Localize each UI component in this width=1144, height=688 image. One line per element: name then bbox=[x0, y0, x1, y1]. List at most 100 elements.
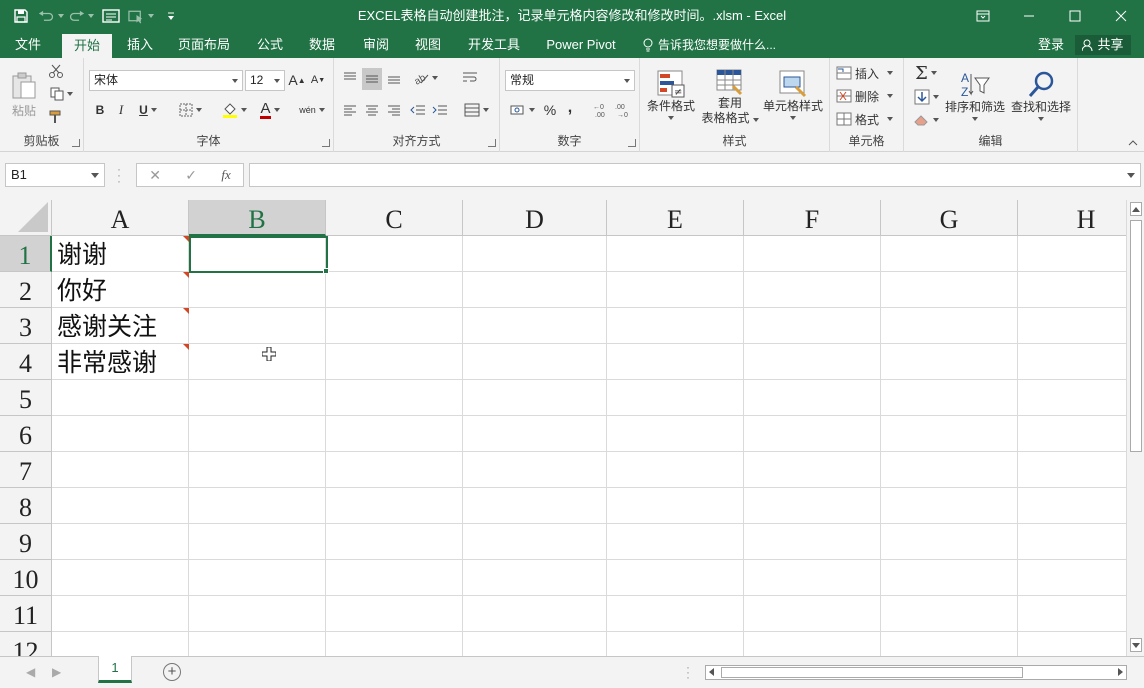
cancel-icon[interactable]: ✕ bbox=[149, 167, 161, 184]
formula-bar-splitter[interactable]: · · · bbox=[117, 163, 121, 187]
tab-developer[interactable]: 开发工具 bbox=[460, 32, 528, 58]
grid-cell[interactable] bbox=[326, 236, 463, 272]
grid-cell[interactable] bbox=[1018, 308, 1126, 344]
name-box[interactable]: B1 bbox=[5, 163, 105, 187]
autosum-button[interactable]: Σ bbox=[910, 62, 942, 84]
row-header-8[interactable]: 8 bbox=[0, 488, 52, 524]
clipboard-launcher-icon[interactable] bbox=[72, 139, 80, 147]
tab-formulas[interactable]: 公式 bbox=[248, 32, 292, 58]
grid-cell[interactable] bbox=[607, 308, 744, 344]
align-right-icon[interactable] bbox=[384, 100, 404, 120]
tab-file[interactable]: 文件 bbox=[4, 32, 52, 58]
number-format-dropdown[interactable]: 常规 bbox=[505, 70, 635, 91]
cell-styles-button[interactable]: 单元格样式 bbox=[760, 62, 826, 126]
increase-indent-icon[interactable] bbox=[430, 100, 450, 120]
grid-cell[interactable] bbox=[607, 380, 744, 416]
decrease-indent-icon[interactable] bbox=[408, 100, 428, 120]
grid-cell[interactable] bbox=[189, 452, 326, 488]
alignment-launcher-icon[interactable] bbox=[488, 139, 496, 147]
grid-cell[interactable] bbox=[326, 560, 463, 596]
column-header-c[interactable]: C bbox=[326, 200, 463, 236]
minimize-icon[interactable] bbox=[1006, 0, 1052, 32]
grid-cell[interactable] bbox=[189, 416, 326, 452]
customize-icon[interactable] bbox=[158, 4, 184, 28]
clear-button[interactable] bbox=[910, 110, 942, 130]
column-header-e[interactable]: E bbox=[607, 200, 744, 236]
grid-cell[interactable] bbox=[881, 416, 1018, 452]
column-header-h[interactable]: H bbox=[1018, 200, 1126, 236]
grid-cell[interactable] bbox=[744, 488, 881, 524]
grid-cell[interactable] bbox=[463, 488, 607, 524]
align-center-icon[interactable] bbox=[362, 100, 382, 120]
grid-cell[interactable] bbox=[1018, 272, 1126, 308]
grid-cell[interactable] bbox=[326, 632, 463, 656]
column-header-a[interactable]: A bbox=[52, 200, 189, 236]
grid-cell[interactable] bbox=[189, 632, 326, 656]
grid-cell[interactable] bbox=[744, 380, 881, 416]
grid-cell[interactable] bbox=[881, 560, 1018, 596]
tab-home[interactable]: 开始 bbox=[62, 34, 112, 58]
grid-cell[interactable] bbox=[744, 452, 881, 488]
conditional-formatting-button[interactable]: ≠ 条件格式 bbox=[647, 62, 695, 126]
column-header-f[interactable]: F bbox=[744, 200, 881, 236]
grid-cell[interactable] bbox=[52, 380, 189, 416]
grid-cell[interactable] bbox=[881, 308, 1018, 344]
tab-review[interactable]: 审阅 bbox=[354, 32, 398, 58]
grid-cell[interactable] bbox=[744, 308, 881, 344]
grid-cell[interactable] bbox=[881, 344, 1018, 380]
cut-icon[interactable] bbox=[46, 62, 66, 80]
row-header-6[interactable]: 6 bbox=[0, 416, 52, 452]
grid-cell[interactable] bbox=[1018, 488, 1126, 524]
grid-cell[interactable] bbox=[326, 596, 463, 632]
grid-cell[interactable] bbox=[881, 488, 1018, 524]
ribbon-display-options-icon[interactable] bbox=[960, 0, 1006, 32]
close-icon[interactable] bbox=[1098, 0, 1144, 32]
grid-cell[interactable] bbox=[744, 236, 881, 272]
percent-style-button[interactable]: % bbox=[540, 100, 560, 120]
worksheet-grid[interactable]: A B C D E F G H 1 2 3 4 5 6 7 8 9 10 11 … bbox=[0, 200, 1126, 656]
grid-cell[interactable] bbox=[1018, 596, 1126, 632]
grid-cell[interactable] bbox=[744, 272, 881, 308]
cell-a1[interactable]: 谢谢 bbox=[52, 236, 189, 272]
sign-in-link[interactable]: 登录 bbox=[1038, 32, 1064, 58]
grid-cell[interactable] bbox=[463, 632, 607, 656]
grid-cell[interactable] bbox=[189, 524, 326, 560]
grid-cell[interactable] bbox=[52, 452, 189, 488]
grid-cell[interactable] bbox=[52, 560, 189, 596]
row-header-3[interactable]: 3 bbox=[0, 308, 52, 344]
grid-cell[interactable] bbox=[326, 524, 463, 560]
paste-button[interactable]: 粘贴 bbox=[8, 64, 40, 124]
wrap-text-icon[interactable] bbox=[460, 68, 480, 88]
orientation-icon[interactable]: ab bbox=[410, 68, 440, 88]
tab-page-layout[interactable]: 页面布局 bbox=[172, 32, 236, 58]
touch-mode-icon[interactable] bbox=[128, 4, 154, 28]
grid-cell[interactable] bbox=[744, 344, 881, 380]
fill-handle[interactable] bbox=[323, 268, 329, 274]
column-header-d[interactable]: D bbox=[463, 200, 607, 236]
increase-font-size-button[interactable]: A ▲ bbox=[288, 71, 305, 89]
grid-cell[interactable] bbox=[189, 308, 326, 344]
italic-button[interactable]: I bbox=[113, 100, 129, 120]
delete-cells-button[interactable]: 删除 bbox=[836, 86, 900, 106]
grid-cell[interactable] bbox=[1018, 632, 1126, 656]
number-launcher-icon[interactable] bbox=[628, 139, 636, 147]
grid-cell[interactable] bbox=[881, 452, 1018, 488]
grid-cell[interactable] bbox=[607, 596, 744, 632]
tab-view[interactable]: 视图 bbox=[406, 32, 450, 58]
grid-cell[interactable] bbox=[52, 488, 189, 524]
grid-cell[interactable] bbox=[881, 596, 1018, 632]
cell-a3[interactable]: 感谢关注 bbox=[52, 308, 189, 344]
grid-cell[interactable] bbox=[881, 524, 1018, 560]
grid-cell[interactable] bbox=[463, 416, 607, 452]
merge-center-icon[interactable] bbox=[460, 100, 492, 120]
grid-cell[interactable] bbox=[463, 596, 607, 632]
grid-cell[interactable] bbox=[607, 452, 744, 488]
format-cells-button[interactable]: 格式 bbox=[836, 109, 900, 129]
save-icon[interactable] bbox=[8, 4, 34, 28]
grid-cell[interactable] bbox=[744, 560, 881, 596]
grid-cell[interactable] bbox=[1018, 524, 1126, 560]
grid-cell[interactable] bbox=[744, 596, 881, 632]
row-header-9[interactable]: 9 bbox=[0, 524, 52, 560]
grid-cell[interactable] bbox=[1018, 416, 1126, 452]
grid-cell[interactable] bbox=[463, 560, 607, 596]
